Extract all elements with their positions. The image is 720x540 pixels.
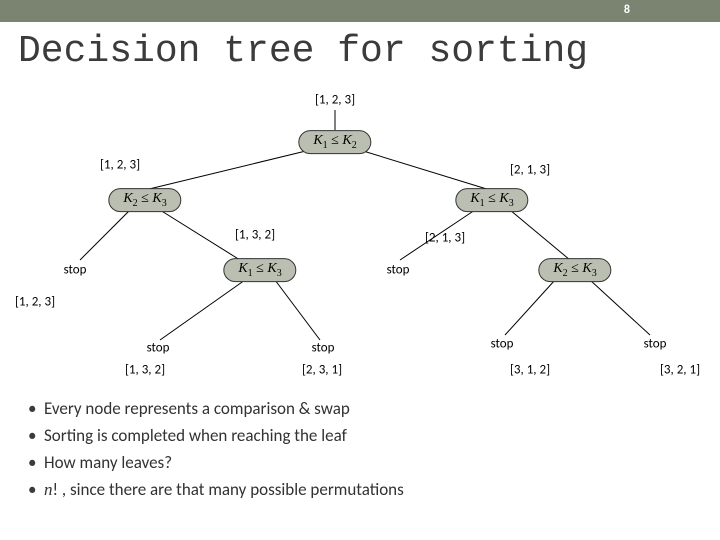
header-bar: 8 [0, 0, 720, 22]
edge-label-LR-out1: [1, 3, 2] [125, 363, 165, 378]
edge-label-RR-out2: [3, 2, 1] [660, 363, 700, 378]
edge-label-R-stop: stop [387, 263, 410, 278]
diagram-stage: [1, 2, 3] [1, 2, 3] [2, 1, 3] stop [1, 3… [0, 70, 720, 390]
node-RR: K2 ≤ K3 [538, 258, 611, 282]
edge-label-LR-out2: [2, 3, 1] [302, 363, 342, 378]
node-root: K1 ≤ K2 [298, 130, 371, 154]
node-L: K2 ≤ K3 [108, 188, 181, 212]
bullet-list: Every node represents a comparison & swa… [28, 398, 404, 506]
bullet-1: Every node represents a comparison & swa… [28, 398, 404, 419]
edge-label-LR-stop1: stop [147, 341, 170, 356]
edge-label-RR-out1: [3, 1, 2] [510, 363, 550, 378]
edge-label-LR-stop2: stop [312, 341, 335, 356]
node-R: K1 ≤ K3 [455, 188, 528, 212]
edge-label-R-RR: [2, 1, 3] [425, 231, 465, 246]
slide-title: Decision tree for sorting [18, 30, 720, 73]
bullet-2: Sorting is completed when reaching the l… [28, 425, 404, 446]
tree-edges [0, 70, 720, 390]
edge-label-RR-stop2: stop [644, 337, 667, 352]
edge-label-L-stop: stop [64, 263, 87, 278]
edge-label-root-in: [1, 2, 3] [315, 93, 355, 108]
edge-label-L-LR: [1, 3, 2] [235, 228, 275, 243]
edge-label-RR-stop1: stop [491, 337, 514, 352]
edge-label-root-L: [1, 2, 3] [100, 158, 140, 173]
bullet-4: n! , since there are that many possible … [28, 479, 404, 500]
edge-label-root-R: [2, 1, 3] [510, 163, 550, 178]
edge-label-LR-res: [1, 2, 3] [15, 295, 55, 310]
page-number: 8 [624, 3, 630, 17]
bullet-4-text: since there are that many possible permu… [70, 479, 404, 500]
node-LR: K1 ≤ K3 [223, 258, 296, 282]
bullet-3: How many leaves? [28, 452, 404, 473]
